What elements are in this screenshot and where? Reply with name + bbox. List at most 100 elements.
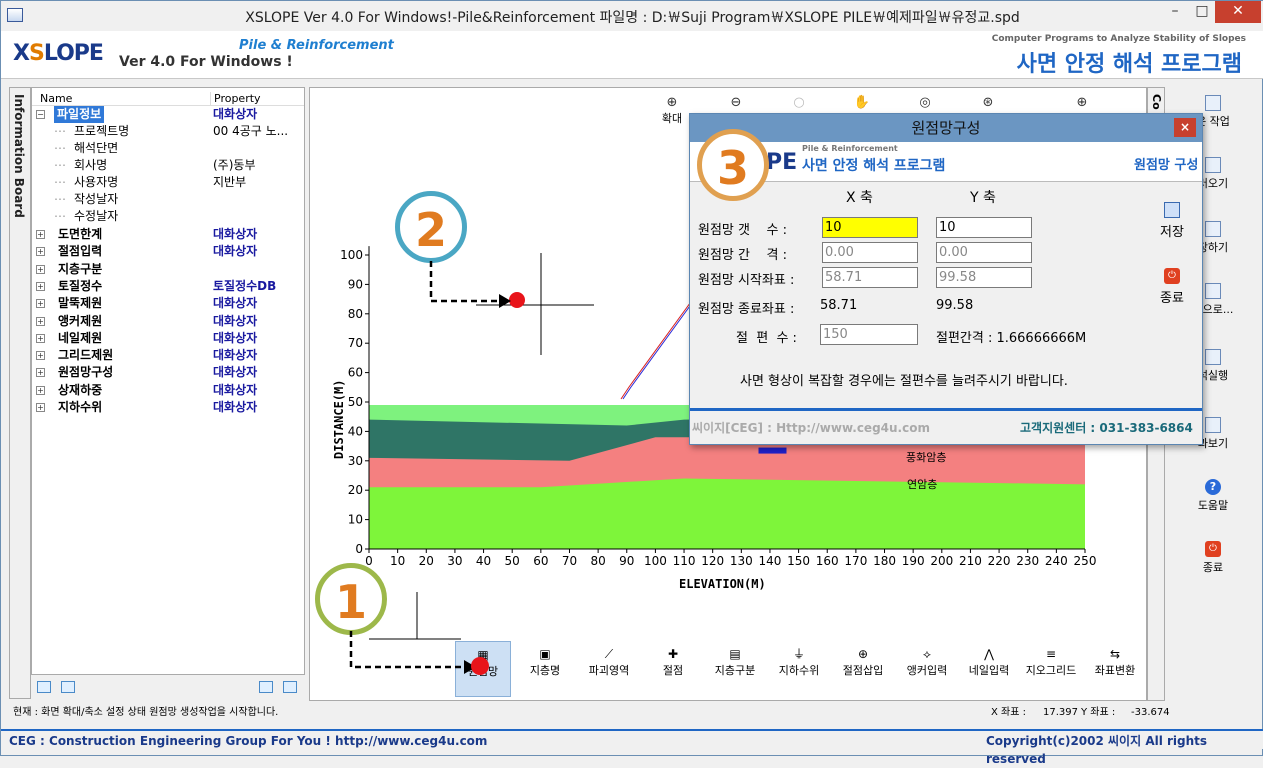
tree-item-label: 도면한계 bbox=[58, 227, 103, 241]
tree-header: Name Property bbox=[32, 90, 304, 106]
tree-item-file-info[interactable]: − 파일정보 대화상자 bbox=[32, 106, 304, 123]
grid-spacing-y-input[interactable]: 0.00 bbox=[936, 242, 1032, 263]
expand-icon[interactable]: + bbox=[36, 385, 45, 395]
app-version: Ver 4.0 For Windows ! bbox=[119, 54, 293, 70]
help-label: 도움말 bbox=[1197, 499, 1229, 512]
coordinate-transform-icon: ⇆ bbox=[1109, 647, 1121, 661]
tree-item-4[interactable]: + 토질정수 토질정수DB bbox=[32, 278, 304, 295]
tree-item-3[interactable]: + 지층구분 bbox=[32, 261, 304, 278]
remove-node-icon[interactable] bbox=[61, 681, 75, 693]
add-node-icon[interactable] bbox=[37, 681, 51, 693]
collapse-all-icon[interactable] bbox=[283, 681, 297, 693]
tree-item-label: 해석단면 bbox=[74, 141, 119, 155]
exit-button[interactable]: ⏻ 종료 bbox=[1169, 541, 1257, 575]
column-property-header[interactable]: Property bbox=[210, 92, 261, 105]
tree-item-9[interactable]: + 원점망구성 대화상자 bbox=[32, 364, 304, 381]
tree-item-value: 대화상자 bbox=[213, 296, 258, 311]
toolbar-geogrid-button[interactable]: ≡ 지오그리드 bbox=[1023, 646, 1079, 678]
toolbar-anchor-button[interactable]: ⟡ 앵커입력 bbox=[899, 646, 955, 678]
property-tree[interactable]: Name Property − 파일정보 대화상자 ⋯ 프로젝트명 00 4공구 노… bbox=[31, 87, 305, 675]
help-button[interactable]: ? 도움말 bbox=[1169, 479, 1257, 513]
tree-item-file-2[interactable]: ⋯ 해석단면 bbox=[32, 140, 304, 157]
pile-marker bbox=[758, 447, 787, 454]
toolbar-layer-divide-button[interactable]: ▤ 지층구분 bbox=[707, 646, 763, 678]
toolbar-label: 앵커입력 bbox=[906, 664, 948, 677]
information-board-tab[interactable]: Information Board bbox=[9, 87, 31, 699]
grid-count-x-input[interactable]: 10 bbox=[822, 217, 918, 238]
app-logo: XSLOPE bbox=[13, 41, 104, 66]
grid-spacing-label: 원점망 간 격 : bbox=[698, 248, 787, 263]
run-analysis-icon bbox=[1205, 349, 1221, 365]
app-subtitle: Pile & Reinforcement bbox=[239, 38, 394, 53]
expand-icon[interactable]: + bbox=[36, 316, 45, 326]
dialog-close-button[interactable]: × bbox=[1174, 118, 1196, 137]
tree-item-7[interactable]: + 네일제원 대화상자 bbox=[32, 330, 304, 347]
tree-item-label: 수정날자 bbox=[74, 209, 119, 223]
expand-icon[interactable]: + bbox=[36, 333, 45, 343]
dialog-banner-right: 원점망 구성 bbox=[1134, 158, 1199, 173]
expand-icon[interactable]: + bbox=[36, 247, 45, 257]
tree-item-value: 대화상자 bbox=[213, 400, 258, 414]
slice-spacing-text: 절편간격 : 1.66666666M bbox=[936, 331, 1087, 346]
toolbar-label: 절점삽입 bbox=[842, 664, 884, 677]
slices-input[interactable]: 150 bbox=[820, 324, 918, 345]
toolbar-label: 절점 bbox=[662, 664, 684, 677]
grid-start-x-input[interactable]: 58.71 bbox=[822, 267, 918, 288]
dialog-footer: 씨이지[CEG] : Http://www.ceg4u.com 고객지원센터 :… bbox=[690, 408, 1202, 444]
tree-item-file-5[interactable]: ⋯ 작성날자 bbox=[32, 191, 304, 208]
expand-icon[interactable]: + bbox=[36, 368, 45, 378]
status-message: 현재 : 화면 확대/축소 설정 상태 원점망 생성작업을 시작합니다. bbox=[13, 707, 279, 718]
maximize-button[interactable]: □ bbox=[1189, 1, 1215, 23]
grid-spacing-x-input[interactable]: 0.00 bbox=[822, 242, 918, 263]
toolbar-node-insert-button[interactable]: ⊕ 절점삽입 bbox=[835, 646, 891, 678]
tree-item-8[interactable]: + 그리드제원 대화상자 bbox=[32, 347, 304, 364]
toolbar-water-table-button[interactable]: ⏚ 지하수위 bbox=[771, 646, 827, 678]
toolbar-nail-button[interactable]: ⋀ 네일입력 bbox=[961, 646, 1017, 678]
tree-item-value: 대화상자 bbox=[213, 330, 258, 345]
footer-bar: CEG : Construction Engineering Group For… bbox=[1, 729, 1263, 766]
tree-item-file-1[interactable]: ⋯ 프로젝트명 00 4공구 노... bbox=[32, 123, 304, 140]
toolbar-coordinate-transform-button[interactable]: ⇆ 좌표변환 bbox=[1087, 646, 1143, 678]
tree-item-file-3[interactable]: ⋯ 회사명 (주)동부 bbox=[32, 157, 304, 174]
save-button[interactable]: 저장 bbox=[1152, 202, 1192, 240]
collapse-icon[interactable]: − bbox=[36, 110, 45, 119]
expand-icon[interactable]: + bbox=[36, 230, 45, 239]
x-tick-label: 90 bbox=[619, 554, 634, 568]
tree-item-label: 지하수위 bbox=[58, 400, 103, 414]
expand-icon[interactable]: + bbox=[36, 299, 45, 309]
toolbar-node-button[interactable]: ✚ 절점 bbox=[645, 646, 701, 678]
tree-item-file-6[interactable]: ⋯ 수정날자 bbox=[32, 208, 304, 225]
expand-icon[interactable]: + bbox=[36, 264, 45, 274]
layer-label-soft: 연암층 bbox=[907, 478, 937, 491]
tree-item-2[interactable]: + 절점입력 대화상자 bbox=[32, 243, 304, 260]
grid-end-label: 원점망 종료좌표 : bbox=[698, 302, 795, 317]
tree-item-5[interactable]: + 말뚝제원 대화상자 bbox=[32, 295, 304, 312]
grid-count-y-input[interactable]: 10 bbox=[936, 217, 1032, 238]
tree-item-1[interactable]: + 도면한계 대화상자 bbox=[32, 226, 304, 243]
open-file-icon bbox=[1205, 157, 1221, 173]
column-name-header[interactable]: Name bbox=[40, 92, 72, 105]
expand-all-icon[interactable] bbox=[259, 681, 273, 693]
tree-item-label: 파일정보 bbox=[54, 106, 105, 123]
app-banner: XSLOPE Ver 4.0 For Windows ! Pile & Rein… bbox=[1, 31, 1263, 79]
tree-item-file-4[interactable]: ⋯ 사용자명 지반부 bbox=[32, 174, 304, 191]
exit-button[interactable]: ⏻ 종료 bbox=[1152, 268, 1192, 306]
tree-item-value: 대화상자 bbox=[213, 348, 258, 363]
logo-s: S bbox=[28, 41, 45, 66]
callout-1-arrow bbox=[349, 631, 466, 669]
grid-start-y-input[interactable]: 99.58 bbox=[936, 267, 1032, 288]
close-button[interactable]: ✕ bbox=[1215, 1, 1261, 23]
expand-icon[interactable]: + bbox=[36, 351, 45, 361]
save-label: 저장 bbox=[1160, 225, 1184, 240]
tree-item-label: 절점입력 bbox=[58, 244, 103, 259]
toolbar-failure-zone-button[interactable]: ⟋ 파괴영역 bbox=[581, 646, 637, 678]
tree-item-value: 대화상자 bbox=[213, 313, 258, 328]
minimize-button[interactable]: – bbox=[1161, 1, 1189, 23]
tree-item-10[interactable]: + 상재하중 대화상자 bbox=[32, 382, 304, 399]
toolbar-label: 지하수위 bbox=[778, 664, 820, 677]
tree-item-6[interactable]: + 앵커제원 대화상자 bbox=[32, 313, 304, 330]
expand-icon[interactable]: + bbox=[36, 403, 45, 412]
tree-item-11[interactable]: + 지하수위 대화상자 bbox=[32, 399, 304, 416]
tree-item-value: 00 4공구 노... bbox=[213, 124, 289, 138]
expand-icon[interactable]: + bbox=[36, 281, 45, 291]
